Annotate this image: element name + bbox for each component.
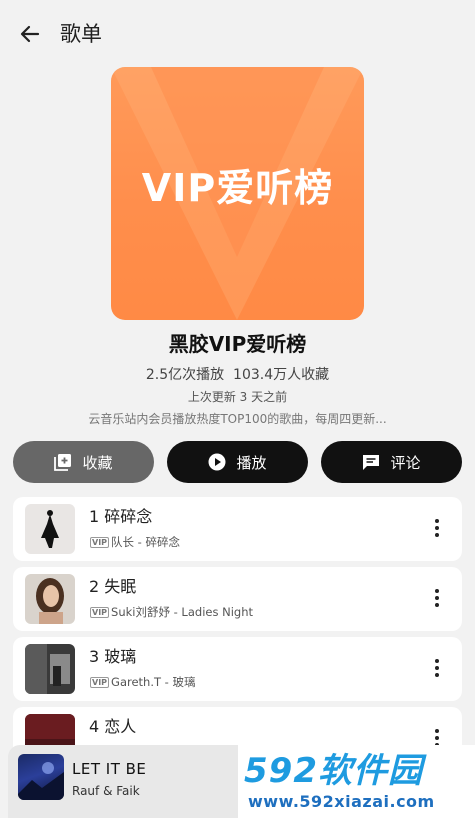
playlist-updated: 上次更新 3 天之前	[187, 390, 288, 404]
favorite-button[interactable]: 收藏	[13, 441, 154, 483]
vip-badge: VIP	[90, 536, 110, 548]
track-title: 2 失眠	[89, 577, 137, 596]
more-options-icon[interactable]	[434, 519, 440, 539]
vip-badge: VIP	[90, 606, 110, 618]
track-subtitle-line: VIP 队长 - 碎碎念	[90, 534, 180, 550]
track-artist-album: Gareth.T - 玻璃	[111, 675, 196, 689]
track-artist-album: Suki刘舒妤 - Ladies Night	[111, 605, 254, 619]
playlist-stats: 2.5亿次播放 103.4万人收藏	[145, 367, 330, 383]
album-art	[25, 574, 75, 624]
comment-button[interactable]: 评论	[321, 441, 462, 483]
favorite-label: 收藏	[82, 453, 113, 472]
now-playing-art	[18, 754, 64, 800]
more-options-icon[interactable]	[434, 659, 440, 679]
comment-icon	[363, 455, 380, 470]
more-options-icon[interactable]	[434, 589, 440, 609]
top-bar: 歌单	[0, 0, 475, 68]
track-artist-album: 队长 - 碎碎念	[111, 535, 180, 549]
album-art	[25, 644, 75, 694]
play-label: 播放	[236, 453, 267, 472]
track-title: 3 玻璃	[89, 647, 137, 666]
vip-badge: VIP	[90, 676, 110, 688]
track-title: 4 恋人	[89, 717, 137, 736]
play-circle-icon	[208, 453, 226, 471]
watermark: 592软件园 www.592xiazai.com	[238, 745, 475, 818]
comment-label: 评论	[390, 453, 421, 472]
mini-player[interactable]: LET IT BE Rauf & Faik	[8, 745, 238, 818]
back-arrow-icon[interactable]	[16, 20, 44, 48]
now-playing-title: LET IT BE	[72, 760, 147, 778]
track-subtitle-line: VIP Suki刘舒妤 - Ladies Night	[90, 604, 253, 620]
watermark-logo: 592软件园	[244, 751, 423, 791]
now-playing-artist: Rauf & Faik	[72, 784, 140, 798]
track-row-2[interactable]: 2 失眠 VIP Suki刘舒妤 - Ladies Night	[13, 567, 462, 631]
play-button[interactable]: 播放	[167, 441, 308, 483]
add-to-library-icon	[54, 454, 72, 471]
page-title: 歌单	[60, 22, 102, 46]
cover-title: VIP爱听榜	[141, 166, 334, 210]
track-title: 1 碎碎念	[89, 507, 153, 526]
watermark-url: www.592xiazai.com	[248, 792, 435, 811]
playlist-name: 黑胶VIP爱听榜	[168, 332, 307, 356]
playlist-cover[interactable]: VIP爱听榜	[111, 67, 364, 320]
track-subtitle-line: VIP Gareth.T - 玻璃	[90, 674, 195, 690]
playlist-description[interactable]: 云音乐站内会员播放热度TOP100的歌曲，每周四更新...	[0, 410, 475, 428]
album-art	[25, 504, 75, 554]
track-row-3[interactable]: 3 玻璃 VIP Gareth.T - 玻璃	[13, 637, 462, 701]
track-row-1[interactable]: 1 碎碎念 VIP 队长 - 碎碎念	[13, 497, 462, 561]
